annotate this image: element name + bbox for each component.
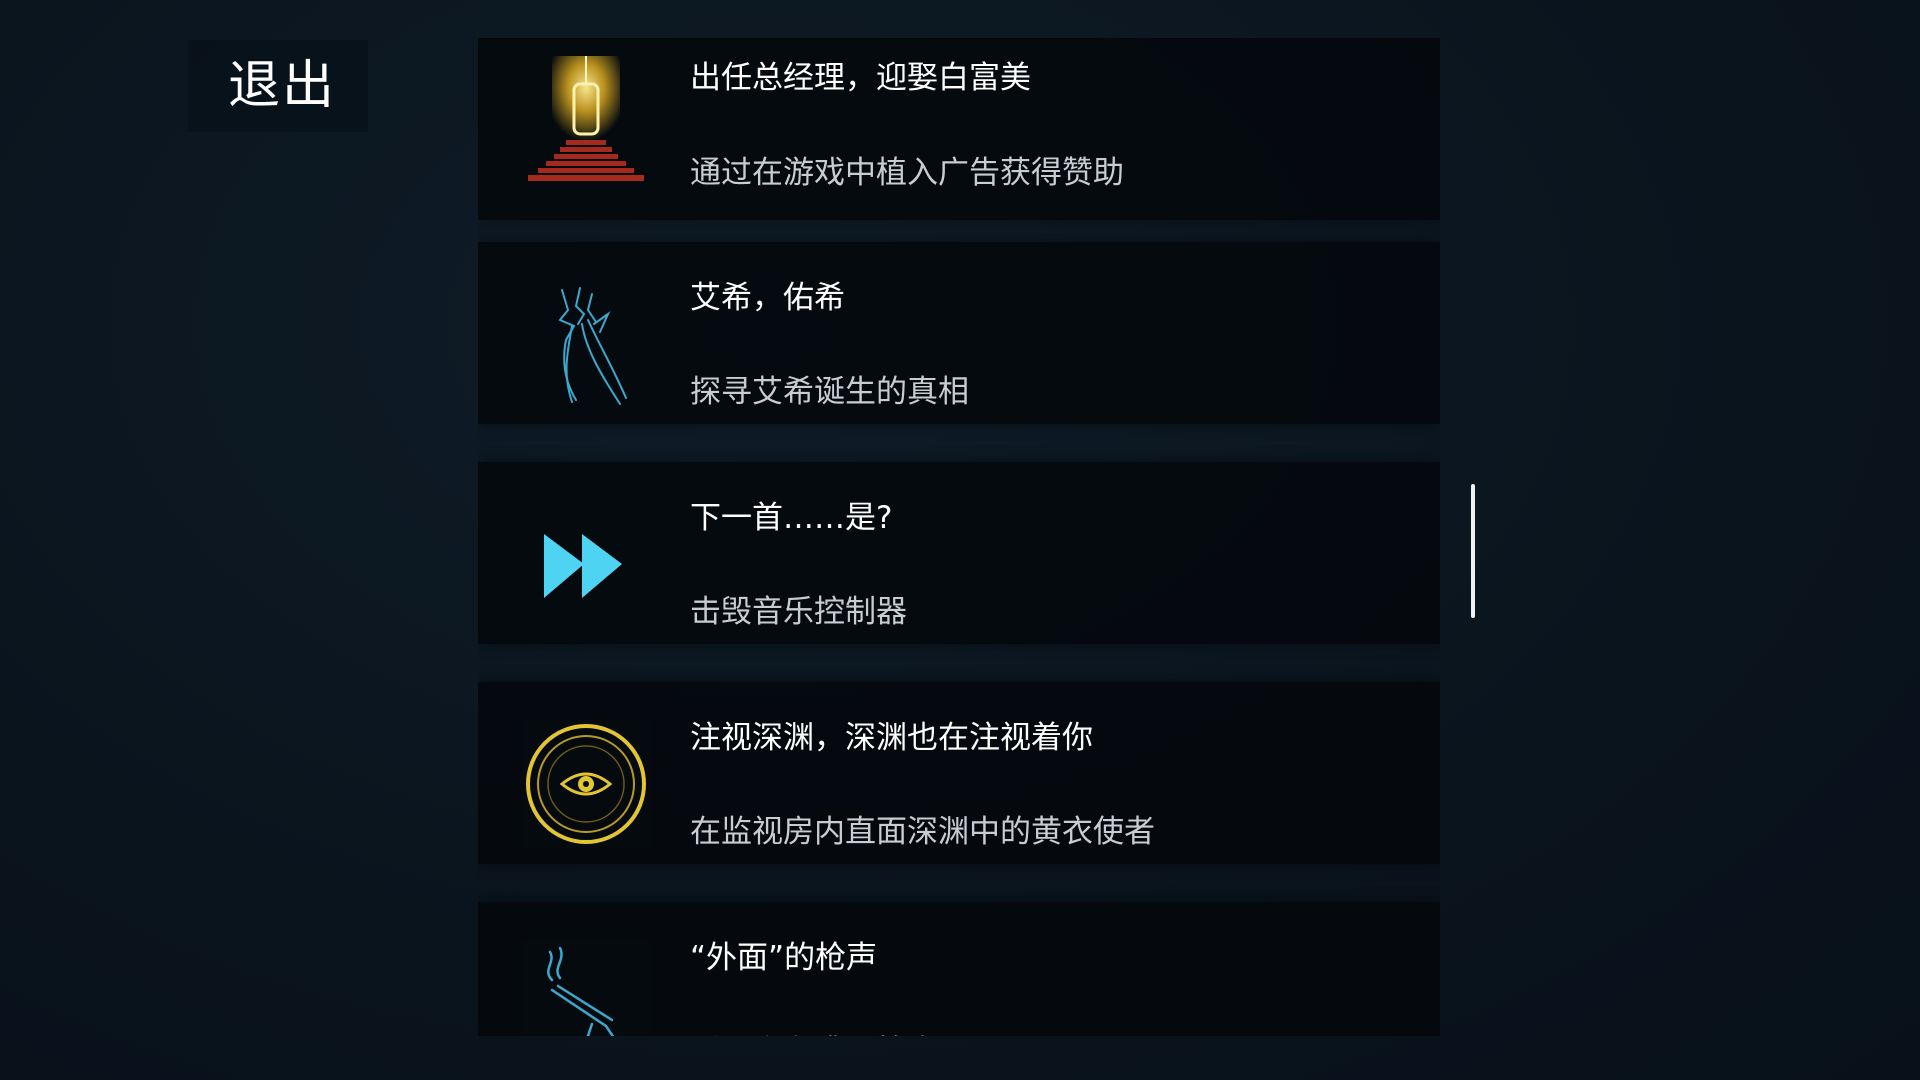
golden-door-icon <box>522 56 650 184</box>
winged-blade-icon <box>522 280 650 408</box>
achievement-description: 适用宇在遭到枪击 <box>690 1026 938 1036</box>
achievement-list[interactable]: 出任总经理，迎娶白富美 通过在游戏中植入广告获得赞助 艾希，佑希 探寻艾希诞生的… <box>478 38 1440 1036</box>
achievement-card[interactable]: 艾希，佑希 探寻艾希诞生的真相 <box>478 242 1440 424</box>
achievements-screen: 退出 出任总经理，迎娶白富美 通过在游戏中植入广告获得赞助 艾希，佑希 探寻艾希… <box>0 0 1920 1080</box>
achievement-card[interactable]: 出任总经理，迎娶白富美 通过在游戏中植入广告获得赞助 <box>478 38 1440 220</box>
achievement-description: 在监视房内直面深渊中的黄衣使者 <box>690 814 1155 850</box>
achievement-title: 下一首……是? <box>690 500 893 536</box>
achievement-card[interactable]: 下一首……是? 击毁音乐控制器 <box>478 462 1440 644</box>
achievement-title: 注视深渊，深渊也在注视着你 <box>690 720 1093 756</box>
achievement-title: 出任总经理，迎娶白富美 <box>690 60 1031 96</box>
fast-forward-icon <box>522 500 650 628</box>
achievement-card[interactable]: 注视深渊，深渊也在注视着你 在监视房内直面深渊中的黄衣使者 <box>478 682 1440 864</box>
achievement-description: 击毁音乐控制器 <box>690 594 907 630</box>
scrollbar[interactable] <box>1471 484 1475 618</box>
exit-button[interactable]: 退出 <box>188 40 368 132</box>
eye-circle-icon <box>522 720 650 848</box>
smoking-gun-icon <box>522 940 650 1036</box>
achievement-description: 探寻艾希诞生的真相 <box>690 374 969 410</box>
achievement-title: “外面”的枪声 <box>690 940 878 976</box>
achievement-card[interactable]: “外面”的枪声 适用宇在遭到枪击 <box>478 902 1440 1036</box>
achievement-title: 艾希，佑希 <box>690 280 845 316</box>
achievement-description: 通过在游戏中植入广告获得赞助 <box>690 155 1124 191</box>
